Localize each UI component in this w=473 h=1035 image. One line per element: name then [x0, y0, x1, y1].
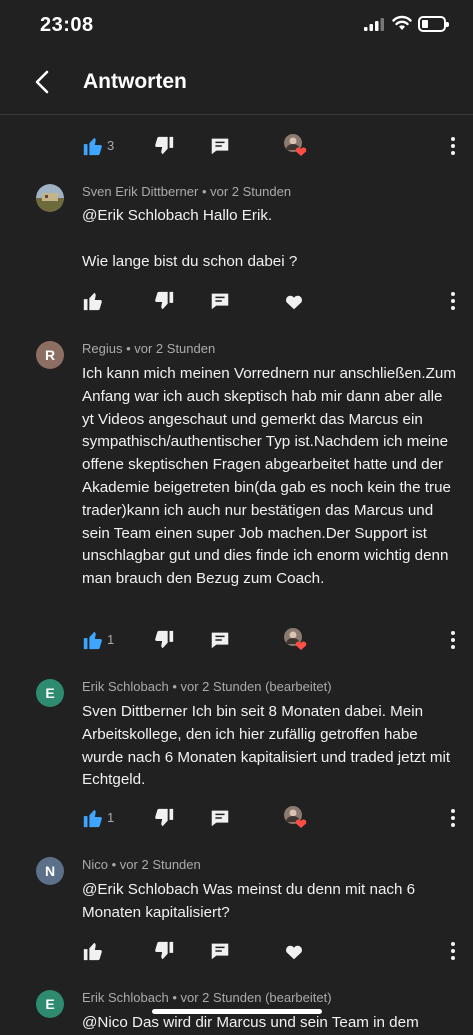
- comment-time: • vor 2 Stunden (bearbeitet): [172, 990, 332, 1005]
- more-options-icon[interactable]: [446, 134, 460, 158]
- comment-meta: Sven Erik Dittberner • vor 2 Stunden: [82, 184, 291, 199]
- avatar[interactable]: E: [36, 990, 64, 1018]
- status-time: 23:08: [40, 14, 94, 36]
- dislike-icon[interactable]: [153, 940, 175, 962]
- comment-text: @Erik Schlobach Was meinst du denn mit n…: [82, 881, 416, 921]
- parent-comment-actions: 3: [0, 131, 473, 161]
- dislike-icon[interactable]: [153, 290, 175, 312]
- comment-author[interactable]: Erik Schlobach: [82, 990, 169, 1005]
- avatar[interactable]: N: [36, 857, 64, 885]
- heart-icon[interactable]: [283, 290, 305, 312]
- comment-meta: Regius • vor 2 Stunden: [82, 341, 215, 356]
- comment-time: • vor 2 Stunden: [111, 857, 201, 872]
- like-icon[interactable]: [82, 290, 104, 312]
- comment-author[interactable]: Erik Schlobach: [82, 679, 169, 694]
- reply-icon[interactable]: [209, 290, 231, 312]
- reply-icon[interactable]: [209, 940, 231, 962]
- signal-icon: [364, 18, 384, 31]
- comment-actions: [0, 936, 473, 966]
- more-options-icon[interactable]: [446, 289, 460, 313]
- status-bar: 23:08: [0, 0, 473, 50]
- like-count: 3: [107, 138, 115, 153]
- comment-meta: Erik Schlobach • vor 2 Stunden (bearbeit…: [82, 990, 332, 1005]
- avatar[interactable]: E: [36, 679, 64, 707]
- creator-heart-icon: [284, 134, 307, 156]
- comment-text: Ich kann mich meinen Vorrednern nur ansc…: [82, 365, 456, 588]
- more-options-icon[interactable]: [446, 628, 460, 652]
- comment-meta: Erik Schlobach • vor 2 Stunden (bearbeit…: [82, 679, 332, 694]
- dislike-icon[interactable]: [153, 807, 175, 829]
- like-count: 1: [107, 810, 115, 825]
- battery-icon: [418, 16, 449, 32]
- like-count: 1: [107, 632, 115, 647]
- reply-icon[interactable]: [209, 807, 231, 829]
- comment-author[interactable]: Regius: [82, 341, 122, 356]
- dislike-icon[interactable]: [153, 629, 175, 651]
- like-icon[interactable]: [82, 629, 104, 651]
- comment-author[interactable]: Sven Erik Dittberner: [82, 184, 198, 199]
- dislike-icon[interactable]: [153, 135, 175, 157]
- heart-icon[interactable]: [283, 940, 305, 962]
- reply-icon[interactable]: [209, 135, 231, 157]
- app-bar: Antworten: [0, 50, 473, 115]
- more-options-icon[interactable]: [446, 939, 460, 963]
- comment-time: • vor 2 Stunden (bearbeitet): [172, 679, 332, 694]
- comment-author[interactable]: Nico: [82, 857, 108, 872]
- comment-actions: [0, 286, 473, 316]
- home-indicator: [152, 1009, 322, 1014]
- like-icon[interactable]: [82, 135, 104, 157]
- like-icon[interactable]: [82, 807, 104, 829]
- comment-time: • vor 2 Stunden: [201, 184, 292, 199]
- comment-text: Sven Dittberner Ich bin seit 8 Monaten d…: [82, 703, 451, 789]
- like-icon[interactable]: [82, 940, 104, 962]
- comment-time: • vor 2 Stunden: [126, 341, 216, 356]
- page-title: Antworten: [83, 70, 187, 93]
- reply-icon[interactable]: [209, 629, 231, 651]
- comment-actions: 1: [0, 803, 473, 833]
- avatar[interactable]: R: [36, 341, 64, 369]
- creator-heart-icon: [284, 628, 307, 650]
- comment-meta: Nico • vor 2 Stunden: [82, 857, 201, 872]
- comment-text: @Erik Schlobach Hallo Erik. Wie lange bi…: [82, 207, 298, 270]
- creator-heart-icon: [284, 806, 307, 828]
- wifi-icon: [392, 15, 412, 30]
- comment-actions: 1: [0, 625, 473, 655]
- comment-text: @Nico Das wird dir Marcus und sein Team …: [82, 1014, 419, 1031]
- avatar-photo[interactable]: [36, 184, 64, 212]
- back-arrow-icon[interactable]: [26, 65, 60, 99]
- more-options-icon[interactable]: [446, 806, 460, 830]
